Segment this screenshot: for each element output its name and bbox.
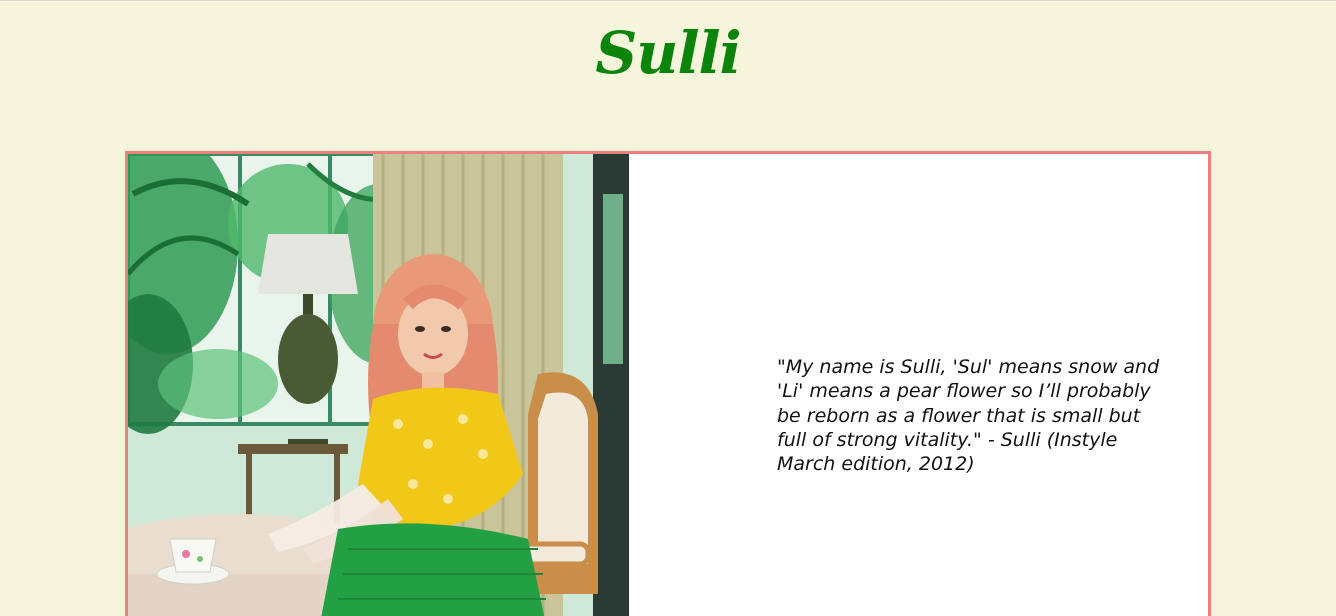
quote-text: "My name is Sulli, 'Sul' means snow and … (777, 356, 1160, 476)
profile-photo (128, 154, 629, 616)
top-divider (0, 0, 1336, 1)
profile-card: "My name is Sulli, 'Sul' means snow and … (125, 151, 1211, 616)
site-title: Sulli (595, 19, 741, 87)
